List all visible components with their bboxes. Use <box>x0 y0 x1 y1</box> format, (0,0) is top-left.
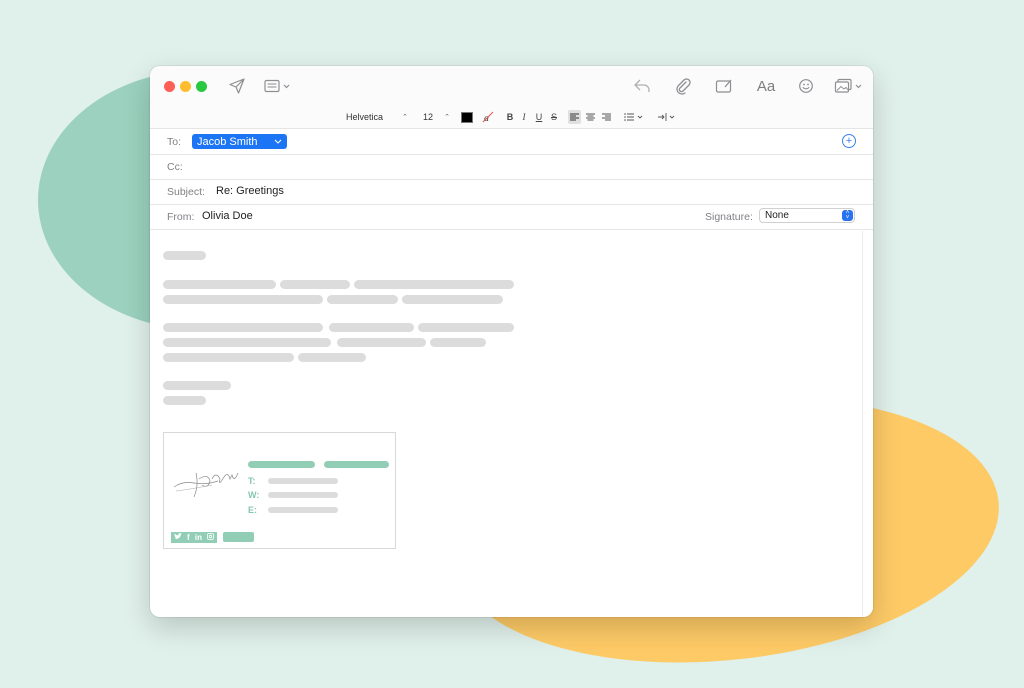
handwritten-signature-icon <box>173 472 239 498</box>
from-field[interactable]: Olivia Doe <box>202 210 253 222</box>
name-placeholder <box>248 461 315 468</box>
cc-row[interactable]: Cc: <box>150 154 873 180</box>
font-family-select[interactable]: Helvetica ⌃ <box>343 110 411 124</box>
strikethrough-button[interactable]: S <box>548 110 560 124</box>
email-label: E: <box>248 505 257 515</box>
photo-browser-icon[interactable] <box>834 76 864 96</box>
emoji-icon[interactable] <box>796 76 816 96</box>
web-label: W: <box>248 490 260 500</box>
indent-icon <box>658 113 675 121</box>
text-placeholder <box>163 280 276 289</box>
color-swatch-icon <box>461 111 473 123</box>
align-left-icon <box>570 113 579 121</box>
text-placeholder <box>163 353 294 362</box>
subject-field[interactable]: Re: Greetings <box>216 185 284 197</box>
indent-button[interactable] <box>657 110 679 124</box>
message-body[interactable]: T: W: E: f in <box>150 231 862 617</box>
zoom-window-button[interactable] <box>196 81 207 92</box>
format-font-button[interactable]: Aa <box>752 76 780 96</box>
recipient-name: Jacob Smith <box>197 135 258 148</box>
to-row: To: Jacob Smith + <box>150 129 873 155</box>
signature-label: Signature: <box>705 211 753 223</box>
close-window-button[interactable] <box>164 81 175 92</box>
reply-icon[interactable] <box>632 76 652 96</box>
text-placeholder <box>163 396 206 405</box>
linkedin-icon[interactable]: in <box>195 533 202 542</box>
text-placeholder <box>329 323 414 332</box>
text-placeholder <box>163 381 231 390</box>
text-placeholder <box>327 295 398 304</box>
font-size-select[interactable]: 12 ⌃ <box>420 110 453 124</box>
updown-chevron-icon: ⌃ <box>444 114 450 121</box>
twitter-icon[interactable] <box>173 533 182 542</box>
to-label: To: <box>167 136 182 148</box>
bold-button[interactable]: B <box>504 110 516 124</box>
italic-button[interactable]: I <box>518 110 530 124</box>
align-center-button[interactable] <box>584 110 596 124</box>
text-placeholder <box>430 338 486 347</box>
format-bar: Helvetica ⌃ 12 ⌃ a B I U S <box>150 106 873 129</box>
text-placeholder <box>163 251 206 260</box>
add-recipient-icon[interactable]: + <box>842 134 856 148</box>
from-label: From: <box>167 211 195 223</box>
compose-window: Aa Helvetica ⌃ 12 ⌃ a B I U S <box>150 66 873 617</box>
font-size-value: 12 <box>423 112 434 122</box>
from-row: From: Olivia Doe Signature: None ˄ ˅ <box>150 204 873 230</box>
subject-label: Subject: <box>167 186 205 198</box>
scrollbar[interactable] <box>862 231 873 617</box>
text-placeholder <box>298 353 366 362</box>
cc-label: Cc: <box>167 161 183 173</box>
instagram-icon[interactable] <box>207 533 215 542</box>
updown-chevron-icon: ⌃ <box>402 114 408 121</box>
chevron-down-icon <box>274 139 282 144</box>
highlight-color-button[interactable]: a <box>481 110 495 124</box>
minimize-window-button[interactable] <box>180 81 191 92</box>
list-style-button[interactable] <box>624 110 646 124</box>
align-right-button[interactable] <box>600 110 612 124</box>
title-bar: Aa <box>150 66 873 106</box>
bullet-list-icon <box>624 113 643 121</box>
signature-select[interactable]: None ˄ ˅ <box>759 208 855 223</box>
phone-placeholder <box>268 478 338 484</box>
updown-chevron-icon: ˄ ˅ <box>842 210 853 221</box>
facebook-icon[interactable]: f <box>187 533 190 542</box>
title-placeholder <box>324 461 389 468</box>
email-placeholder <box>268 507 338 513</box>
align-right-icon <box>601 113 611 121</box>
text-placeholder <box>337 338 426 347</box>
social-links: f in <box>171 532 217 543</box>
header-fields-button[interactable] <box>263 76 293 96</box>
phone-label: T: <box>248 476 256 486</box>
underline-button[interactable]: U <box>533 110 545 124</box>
signature-value: None <box>765 210 789 221</box>
align-center-icon <box>585 113 595 121</box>
web-placeholder <box>268 492 338 498</box>
email-signature-card: T: W: E: f in <box>163 432 396 549</box>
send-icon[interactable] <box>227 76 247 96</box>
text-placeholder <box>418 323 514 332</box>
highlight-icon: a <box>482 111 494 123</box>
text-placeholder <box>354 280 514 289</box>
signature-cta-placeholder[interactable] <box>223 532 254 542</box>
text-placeholder <box>402 295 503 304</box>
recipient-token[interactable]: Jacob Smith <box>192 134 287 149</box>
text-placeholder <box>163 295 323 304</box>
align-left-button[interactable] <box>568 110 581 124</box>
markup-icon[interactable] <box>714 76 734 96</box>
subject-row[interactable]: Subject: Re: Greetings <box>150 179 873 205</box>
font-family-value: Helvetica <box>346 112 384 122</box>
attachment-icon[interactable] <box>673 76 693 96</box>
text-placeholder <box>163 323 323 332</box>
text-placeholder <box>163 338 331 347</box>
text-color-button[interactable] <box>461 110 473 124</box>
text-placeholder <box>280 280 350 289</box>
